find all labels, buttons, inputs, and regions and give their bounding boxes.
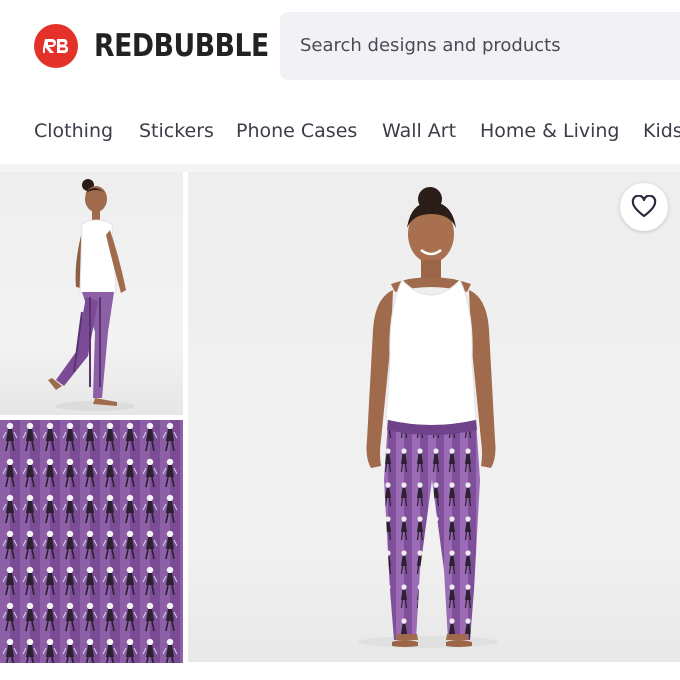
favorite-button[interactable] [620, 183, 668, 231]
nav-item-clothing[interactable]: Clothing [34, 120, 113, 142]
nav-item-phone-cases[interactable]: Phone Cases [236, 120, 357, 142]
side-view-model-image [48, 179, 135, 411]
heart-outline-icon [631, 195, 657, 218]
section-divider [0, 164, 680, 172]
site-header: REDBUBBLE Search designs and products [0, 0, 680, 96]
nav-item-kids[interactable]: Kids [643, 120, 680, 142]
nav-item-home-living[interactable]: Home & Living [480, 120, 620, 142]
search-placeholder: Search designs and products [300, 35, 561, 56]
main-product-image[interactable] [188, 172, 680, 662]
logo-wordmark: REDBUBBLE [94, 28, 269, 64]
front-view-model-image [358, 187, 498, 648]
nav-item-wall-art[interactable]: Wall Art [382, 120, 456, 142]
redbubble-logo-icon [34, 24, 78, 68]
search-input[interactable]: Search designs and products [280, 12, 680, 80]
redbubble-logo[interactable]: REDBUBBLE [34, 24, 297, 68]
nav-item-stickers[interactable]: Stickers [139, 120, 214, 142]
thumbnail-pattern-swatch[interactable] [0, 420, 183, 663]
thumbnail-side-view[interactable] [0, 172, 183, 415]
pattern-swatch-image [0, 420, 183, 663]
page-bottom-edge [0, 663, 680, 680]
category-nav: Clothing Stickers Phone Cases Wall Art H… [0, 96, 680, 166]
